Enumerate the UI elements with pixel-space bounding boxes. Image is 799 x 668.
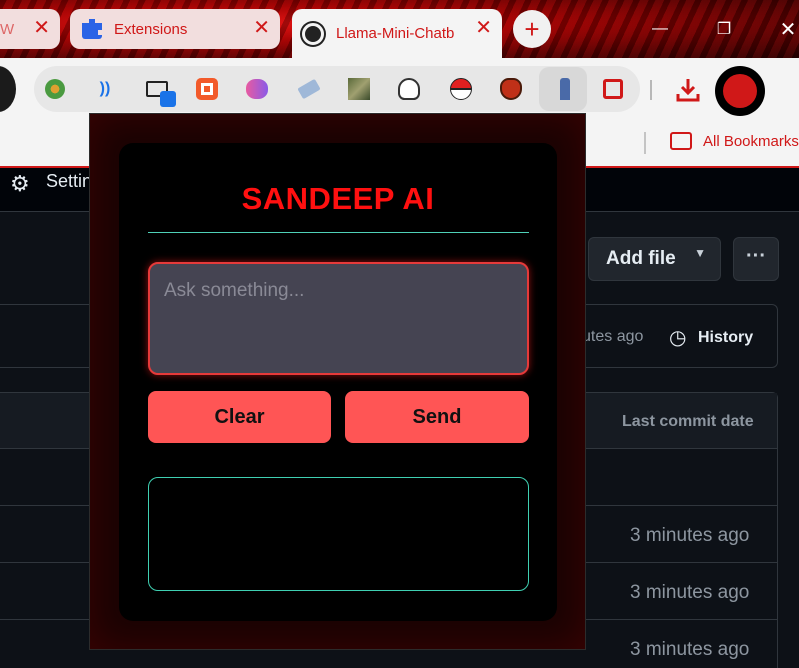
photo-ext-icon[interactable] bbox=[346, 76, 372, 102]
folder-icon bbox=[670, 132, 692, 150]
browser-toolbar: )) bbox=[0, 58, 799, 120]
prompt-input[interactable] bbox=[148, 262, 529, 375]
minimize-icon[interactable]: — bbox=[630, 0, 690, 58]
tab-partial[interactable]: W ✕ bbox=[0, 9, 60, 49]
gear-icon: ⚙ bbox=[10, 171, 30, 196]
tab-title: W bbox=[0, 20, 15, 38]
title-divider bbox=[148, 232, 529, 233]
tab-close-icon[interactable]: ✕ bbox=[475, 15, 492, 40]
all-bookmarks-link[interactable]: All Bookmarks bbox=[703, 133, 799, 150]
commit-time: utes ago bbox=[582, 328, 644, 345]
add-file-button[interactable]: Add file ▼ bbox=[588, 237, 721, 281]
tab-close-icon[interactable]: ✕ bbox=[253, 15, 270, 40]
last-commit-date-header: Last commit date bbox=[622, 413, 754, 430]
download-icon[interactable] bbox=[674, 76, 702, 104]
history-link[interactable]: History bbox=[698, 329, 753, 347]
ghost-ext-icon[interactable] bbox=[396, 76, 422, 102]
orange-circle-ext-icon[interactable] bbox=[194, 76, 220, 102]
brain-ext-icon[interactable] bbox=[244, 76, 270, 102]
app-title: SANDEEP AI bbox=[241, 181, 435, 216]
send-button[interactable]: Send bbox=[345, 391, 529, 443]
avatar-image bbox=[723, 74, 757, 108]
clear-button[interactable]: Clear bbox=[148, 391, 331, 443]
tab-close-icon[interactable]: ✕ bbox=[33, 15, 50, 40]
chat-card: SANDEEP AI Clear Send bbox=[119, 143, 557, 621]
tab-title: Extensions bbox=[114, 20, 188, 38]
add-file-label: Add file bbox=[606, 248, 676, 269]
commit-date: 3 minutes ago bbox=[630, 639, 750, 660]
github-icon bbox=[302, 22, 324, 45]
flower-ext-icon[interactable] bbox=[42, 76, 68, 102]
tab-extensions[interactable]: Extensions ✕ bbox=[70, 9, 280, 49]
response-output bbox=[148, 477, 529, 591]
maximize-icon[interactable]: ❐ bbox=[694, 0, 754, 58]
extension-popup: SANDEEP AI Clear Send bbox=[89, 113, 586, 650]
commit-date: 3 minutes ago bbox=[630, 582, 750, 603]
puzzle-ext-icon[interactable] bbox=[600, 76, 626, 102]
more-options-button[interactable]: ··· bbox=[733, 237, 779, 281]
history-icon: ◷ bbox=[669, 327, 687, 349]
new-tab-button[interactable]: + bbox=[513, 10, 551, 48]
pokeball-ext-icon[interactable] bbox=[448, 76, 474, 102]
tab-llama-mini-chatbot[interactable]: Llama-Mini-Chatb ✕ bbox=[292, 9, 502, 58]
commit-date: 3 minutes ago bbox=[630, 525, 750, 546]
chevron-down-icon: ▼ bbox=[694, 246, 706, 260]
tab-title: Llama-Mini-Chatb bbox=[336, 25, 455, 42]
avatar[interactable] bbox=[715, 66, 765, 116]
profile-corner[interactable] bbox=[0, 66, 16, 112]
screen: W ✕ Extensions ✕ Llama-Mini-Chatb ✕ + — … bbox=[0, 0, 799, 668]
bookmarks-separator bbox=[644, 132, 646, 154]
puzzle-icon bbox=[82, 19, 102, 39]
llama-ext-icon[interactable] bbox=[552, 76, 578, 102]
toolbar-separator bbox=[650, 80, 652, 100]
screen-ext-icon[interactable] bbox=[144, 76, 176, 107]
tab-strip: W ✕ Extensions ✕ Llama-Mini-Chatb ✕ + — … bbox=[0, 0, 799, 58]
eraser-ext-icon[interactable] bbox=[296, 76, 322, 102]
window-close-icon[interactable]: ✕ bbox=[758, 0, 799, 58]
mask-ext-icon[interactable] bbox=[498, 76, 524, 102]
wifi-ext-icon[interactable]: )) bbox=[92, 76, 118, 102]
